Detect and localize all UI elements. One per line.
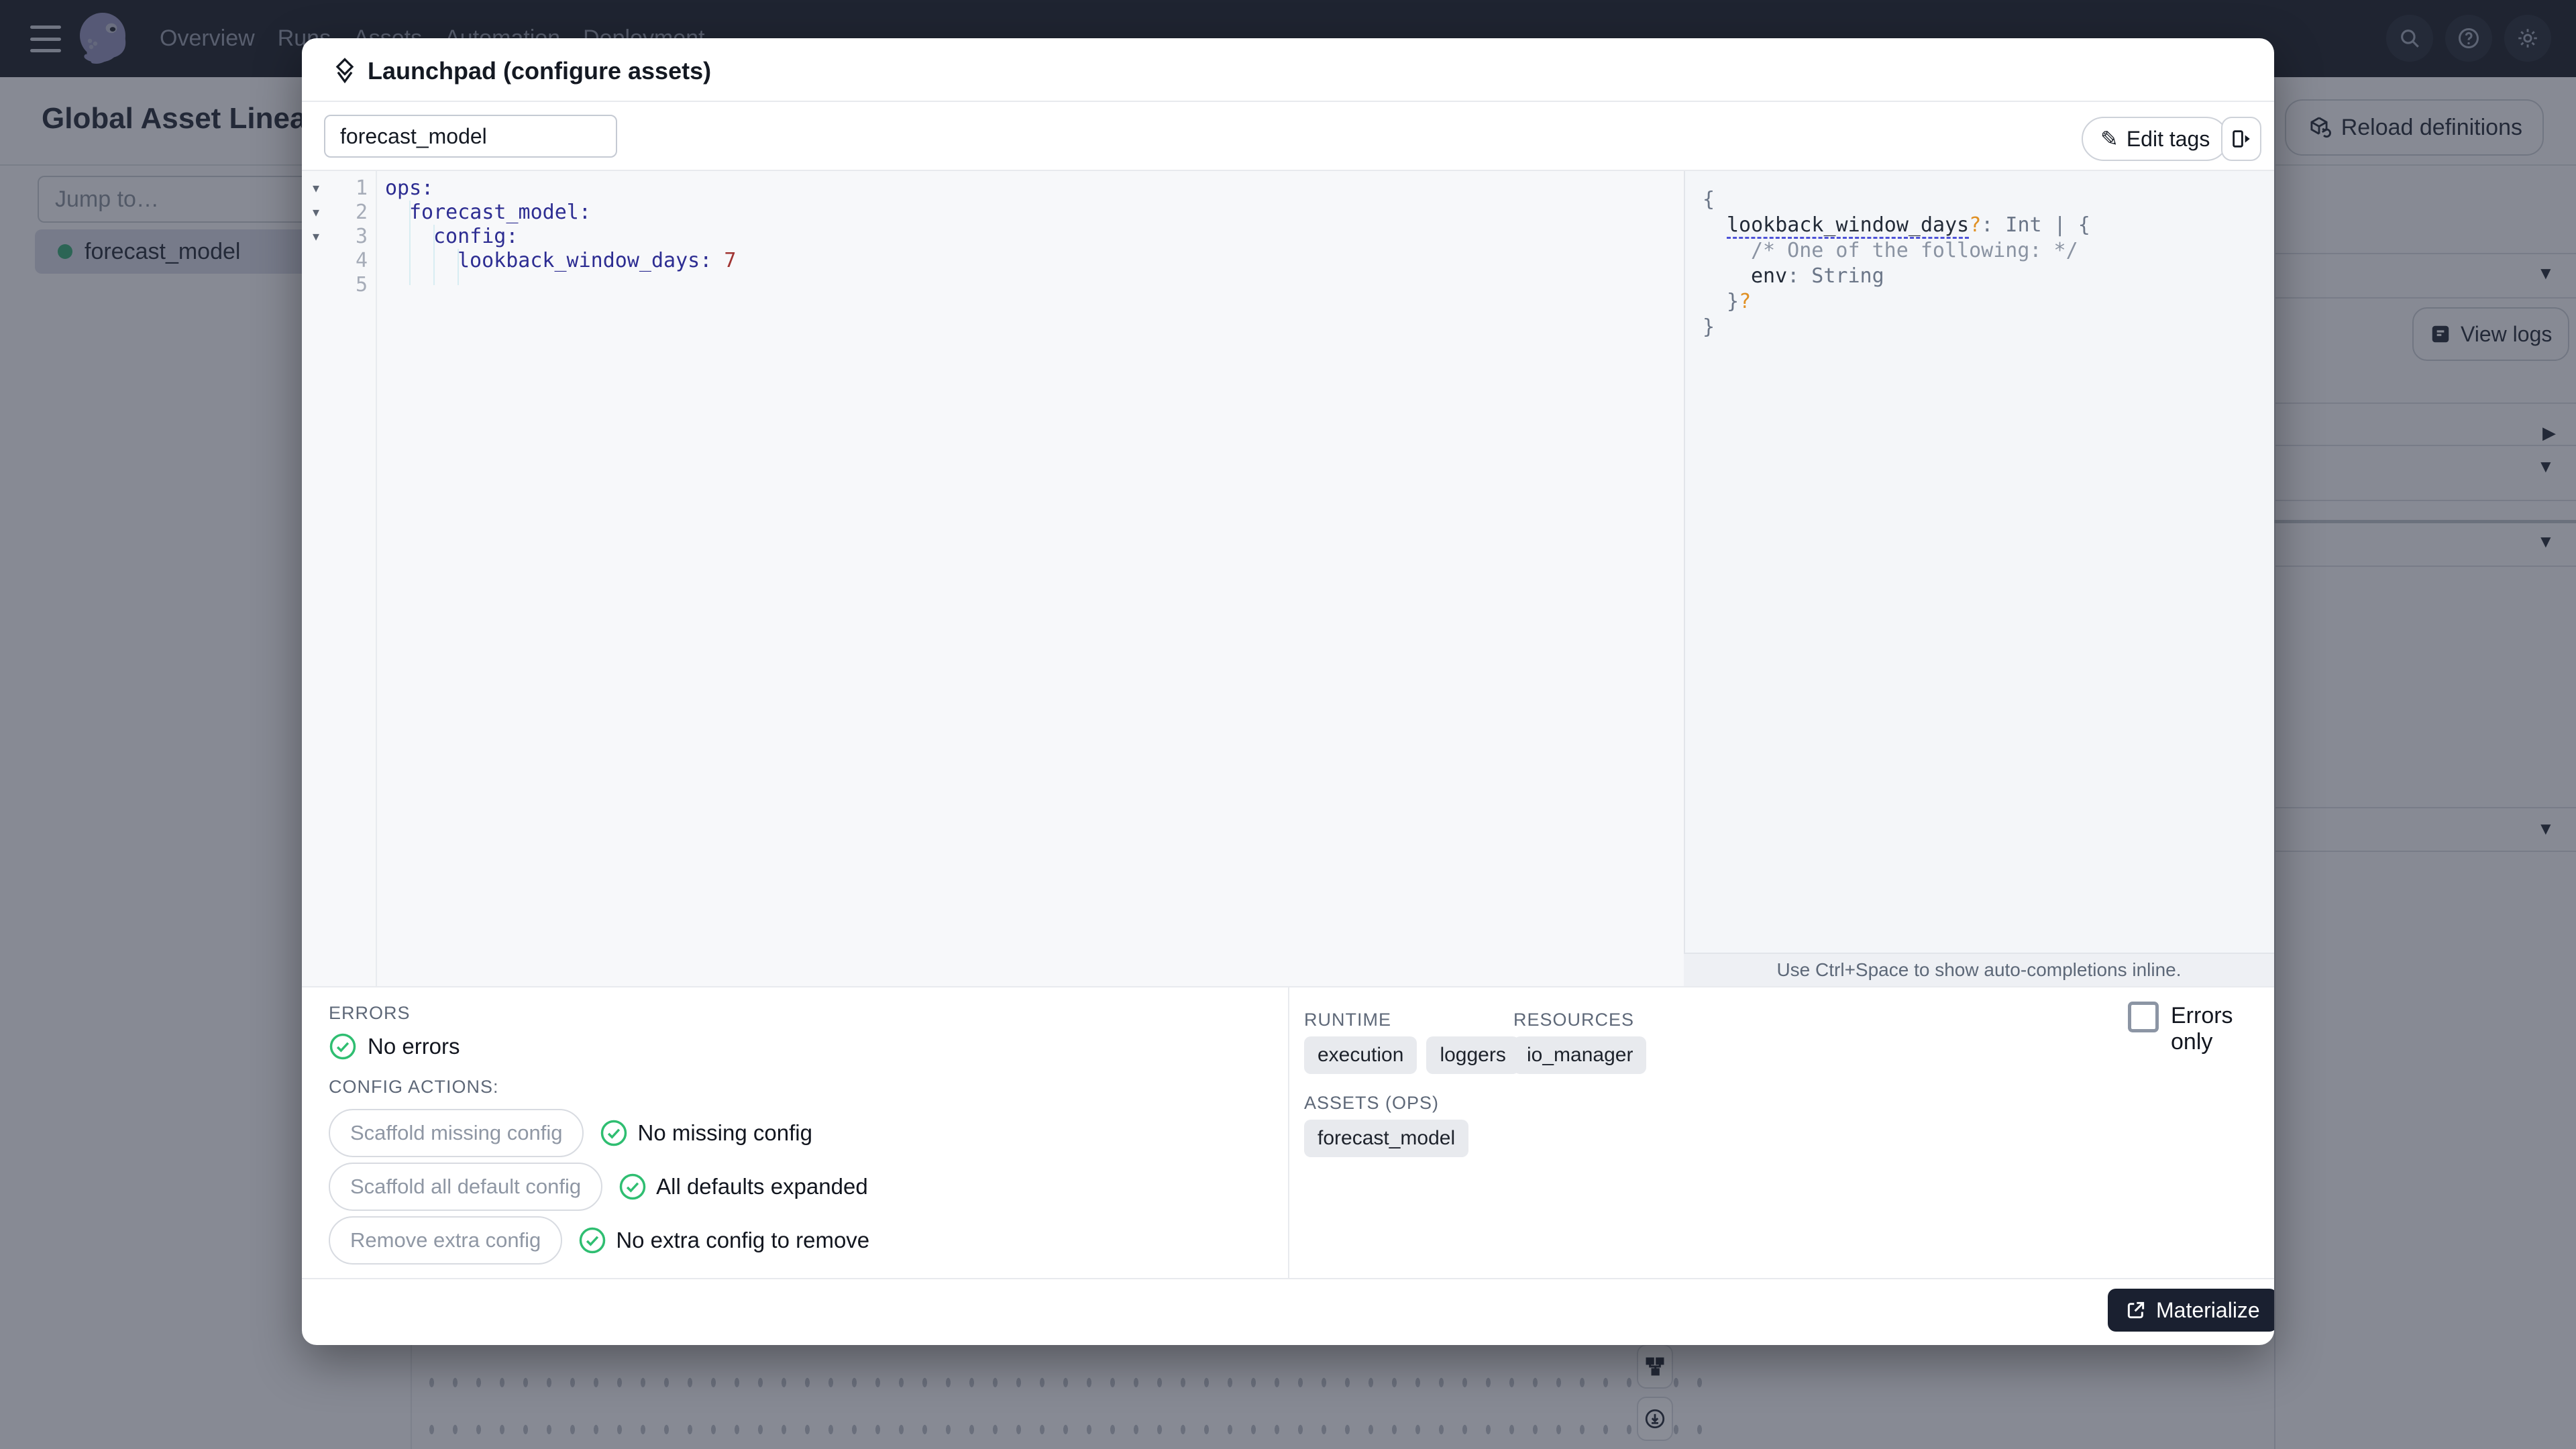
- schema-key: lookback_window_days: [1727, 213, 1970, 237]
- code-value: 7: [724, 249, 737, 272]
- launchpad-modal: Launchpad (configure assets) ✎ Edit tags…: [302, 38, 2274, 1345]
- bottom-panel-divider: [1288, 986, 1289, 1278]
- tag-execution: execution: [1304, 1036, 1417, 1074]
- schema-line: }: [1703, 315, 1715, 339]
- config-action-status-text: No extra config to remove: [616, 1228, 870, 1252]
- runtime-heading: RUNTIME: [1304, 1010, 1391, 1030]
- materialize-label: Materialize: [2156, 1297, 2260, 1322]
- line-number: 1: [355, 176, 368, 200]
- schema-type: : String: [1787, 264, 1884, 288]
- schema-line: env: String: [1751, 264, 1884, 289]
- toggle-second-panel-button[interactable]: [2221, 117, 2261, 161]
- config-action-row: Scaffold missing config No missing confi…: [329, 1109, 812, 1157]
- tag-forecast-model: forecast_model: [1304, 1120, 1469, 1157]
- external-link-icon: [2127, 1301, 2145, 1319]
- errors-only-label[interactable]: Errors only: [2171, 1003, 2274, 1055]
- config-editor[interactable]: [302, 171, 1684, 986]
- resources-heading: RESOURCES: [1513, 1010, 1635, 1030]
- remove-extra-config-button[interactable]: Remove extra config: [329, 1216, 563, 1265]
- schema-optional-marker: ?: [1739, 290, 1752, 313]
- config-actions-heading: CONFIG ACTIONS:: [329, 1077, 499, 1097]
- line-number: 4: [355, 249, 368, 272]
- assets-ops-heading: ASSETS (OPS): [1304, 1093, 1440, 1113]
- op-selector-input[interactable]: [324, 115, 617, 158]
- gutter-border: [376, 171, 377, 986]
- edit-tags-button[interactable]: ✎ Edit tags: [2082, 117, 2229, 161]
- schema-optional-marker: ?: [1969, 213, 1982, 237]
- config-action-status: All defaults expanded: [619, 1173, 868, 1201]
- schema-type: : Int | {: [1981, 213, 2090, 237]
- code-line-3: config:: [433, 225, 519, 248]
- modal-header-divider: [302, 101, 2274, 102]
- schema-line: lookback_window_days?: Int | {: [1727, 213, 2090, 238]
- tag-io-manager: io_manager: [1513, 1036, 1647, 1074]
- hint-text: Use Ctrl+Space to show auto-completions …: [1776, 959, 2182, 980]
- scaffold-all-default-config-button[interactable]: Scaffold all default config: [329, 1163, 603, 1211]
- config-action-row: Scaffold all default config All defaults…: [329, 1163, 868, 1211]
- schema-comment: /* One of the following: */: [1751, 239, 2078, 262]
- config-action-row: Remove extra config No extra config to r…: [329, 1216, 869, 1265]
- errors-status-text: No errors: [368, 1034, 460, 1059]
- code-line-1: ops:: [385, 176, 434, 200]
- schema-line: {: [1703, 188, 1715, 211]
- tag-loggers: loggers: [1426, 1036, 1519, 1074]
- assets-ops-tags: forecast_model: [1304, 1120, 1469, 1157]
- modal-title: Launchpad (configure assets): [368, 57, 712, 85]
- launchpad-layers-icon: [335, 58, 354, 84]
- schema-brace: }: [1727, 290, 1739, 313]
- edit-tags-label: Edit tags: [2126, 126, 2210, 151]
- errors-status: No errors: [329, 1032, 460, 1061]
- check-circle-icon: [619, 1173, 646, 1200]
- schema-key: env: [1751, 264, 1788, 288]
- split-panel-icon: [2233, 130, 2250, 148]
- config-action-status: No missing config: [600, 1119, 812, 1147]
- line-number: 5: [355, 273, 368, 297]
- schema-line: }?: [1727, 289, 1751, 315]
- errors-only-checkbox[interactable]: [2128, 1002, 2159, 1032]
- config-action-status-text: No missing config: [637, 1120, 812, 1145]
- runtime-tags: execution loggers: [1304, 1036, 1519, 1074]
- scaffold-missing-config-button[interactable]: Scaffold missing config: [329, 1109, 584, 1157]
- line-number: 2: [355, 201, 368, 224]
- dagster-app: Overview Runs Assets Automation Deployme…: [0, 0, 2576, 1449]
- check-circle-icon: [329, 1033, 356, 1060]
- code-line-4: lookback_window_days: 7: [458, 249, 736, 273]
- line-number: 3: [355, 225, 368, 248]
- modal-footer-divider: [302, 1278, 2274, 1279]
- resources-tags: io_manager: [1513, 1036, 1647, 1074]
- autocomplete-hint: Use Ctrl+Space to show auto-completions …: [1684, 953, 2274, 986]
- pencil-icon: ✎: [2100, 127, 2118, 151]
- check-circle-icon: [601, 1120, 627, 1146]
- config-action-status: No extra config to remove: [578, 1226, 869, 1254]
- config-action-status-text: All defaults expanded: [656, 1174, 868, 1199]
- code-line-2: forecast_model:: [409, 201, 591, 224]
- materialize-button[interactable]: Materialize: [2108, 1289, 2274, 1332]
- config-schema-panel: [1684, 171, 2274, 986]
- code-key: lookback_window_days:: [458, 249, 712, 272]
- errors-heading: ERRORS: [329, 1003, 411, 1023]
- check-circle-icon: [580, 1227, 606, 1254]
